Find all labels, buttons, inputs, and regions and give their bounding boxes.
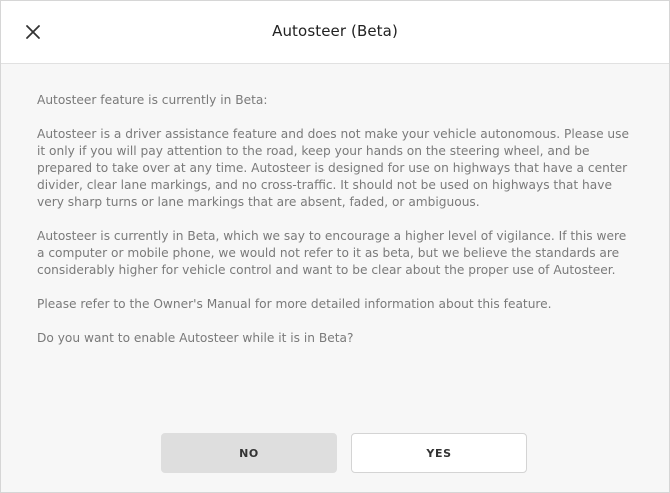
dialog-title: Autosteer (Beta) xyxy=(272,22,398,40)
owners-manual-text: Please refer to the Owner's Manual for m… xyxy=(37,297,552,311)
dialog-buttons: NO YES xyxy=(1,433,669,473)
dialog-body: Autosteer feature is currently in Beta: … xyxy=(1,64,669,347)
assistance-description-text: Autosteer is a driver assistance feature… xyxy=(37,127,630,209)
autosteer-dialog: Autosteer (Beta) Autosteer feature is cu… xyxy=(0,0,670,493)
dialog-header: Autosteer (Beta) xyxy=(1,1,669,64)
enable-question-text: Do you want to enable Autosteer while it… xyxy=(37,331,354,345)
yes-button[interactable]: YES xyxy=(351,433,527,473)
beta-intro-text: Autosteer feature is currently in Beta: xyxy=(37,93,268,107)
no-button[interactable]: NO xyxy=(161,433,337,473)
beta-explanation-text: Autosteer is currently in Beta, which we… xyxy=(37,229,627,277)
